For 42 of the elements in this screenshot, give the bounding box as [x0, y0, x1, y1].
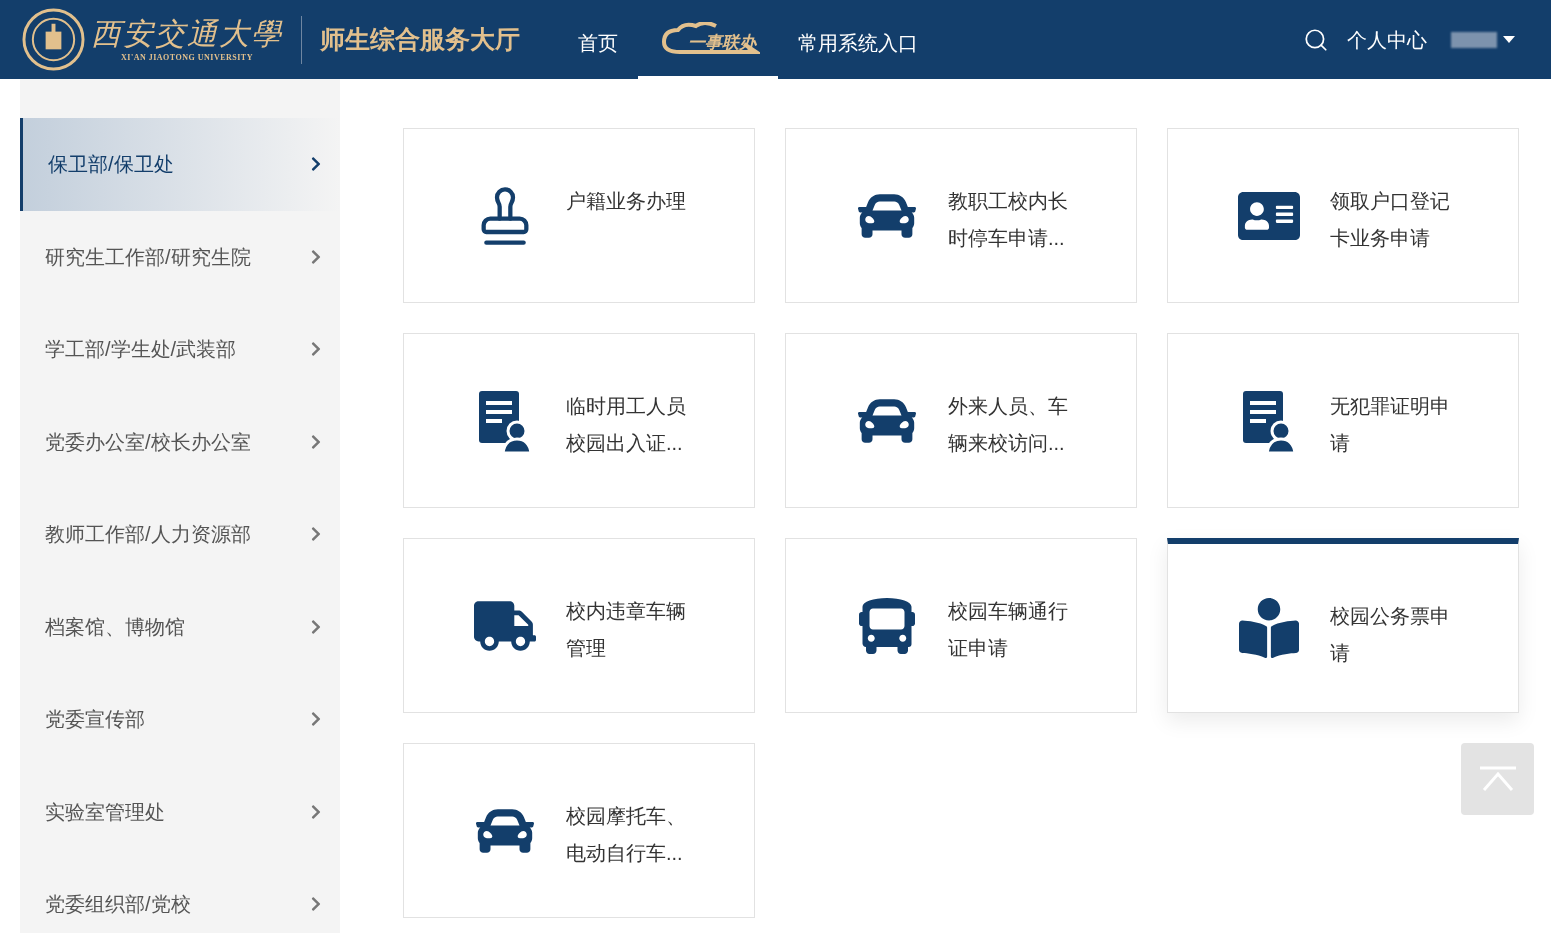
sidebar-item[interactable]: 实验室管理处	[20, 765, 340, 858]
sidebar-item[interactable]: 党委办公室/校长办公室	[20, 395, 340, 488]
service-card[interactable]: 临时用工人员 校园出入证...	[403, 333, 755, 508]
service-card[interactable]: 教职工校内长 时停车申请...	[785, 128, 1137, 303]
arrow-up-icon	[1477, 766, 1518, 792]
sidebar-item[interactable]: 党委宣传部	[20, 673, 340, 766]
service-title: 校园公务票申 请	[1330, 604, 1450, 666]
sidebar-item[interactable]: 学工部/学生处/武装部	[20, 303, 340, 396]
service-title: 外来人员、车 辆来校访问...	[948, 394, 1068, 456]
service-title: 校园车辆通行 证申请	[948, 599, 1068, 661]
service-title: 临时用工人员 校园出入证...	[566, 394, 686, 456]
service-title: 领取户口登记 卡业务申请	[1330, 189, 1450, 251]
sidebar-item[interactable]: 教师工作部/人力资源部	[20, 488, 340, 581]
dropdown-caret-icon[interactable]	[1503, 35, 1515, 44]
service-card[interactable]: 无犯罪证明申 请	[1167, 333, 1519, 508]
service-card[interactable]: 户籍业务办理	[403, 128, 755, 303]
service-title: 校园摩托车、 电动自行车...	[566, 804, 686, 866]
service-title: 无犯罪证明申 请	[1330, 394, 1450, 456]
university-emblem-icon	[22, 8, 85, 71]
nav-tab[interactable]: 常用系统入口	[778, 9, 938, 79]
cloud-icon	[660, 21, 760, 56]
service-title: 教职工校内长 时停车申请...	[948, 189, 1068, 251]
search-icon[interactable]	[1303, 26, 1329, 53]
portal-title: 师生综合服务大厅	[320, 23, 520, 55]
service-title: 校内违章车辆 管理	[566, 599, 686, 661]
blurred-username	[1451, 31, 1497, 48]
service-card[interactable]: 校内违章车辆 管理	[403, 538, 755, 713]
sidebar-item[interactable]: 档案馆、博物馆	[20, 580, 340, 673]
service-card[interactable]: 领取户口登记 卡业务申请	[1167, 128, 1519, 303]
service-card[interactable]: 外来人员、车 辆来校访问...	[785, 333, 1137, 508]
personal-center-link[interactable]: 个人中心	[1347, 24, 1427, 55]
service-card[interactable]: 校园摩托车、 电动自行车...	[403, 743, 755, 918]
service-card[interactable]: 校园车辆通行 证申请	[785, 538, 1137, 713]
service-title: 户籍业务办理	[566, 189, 686, 214]
service-card[interactable]: 校园公务票申 请	[1167, 538, 1519, 713]
university-name-english: XI'AN JIAOTONG UNIVERSITY	[121, 51, 253, 64]
sidebar-item[interactable]: 党委组织部/党校	[20, 858, 340, 933]
nav-tab[interactable]: 首页	[558, 9, 638, 79]
sidebar-item[interactable]: 研究生工作部/研究生院	[20, 210, 340, 303]
bus-icon	[859, 597, 915, 654]
person-reading-icon	[1239, 598, 1299, 658]
university-name: 西安交通大學	[91, 15, 283, 52]
